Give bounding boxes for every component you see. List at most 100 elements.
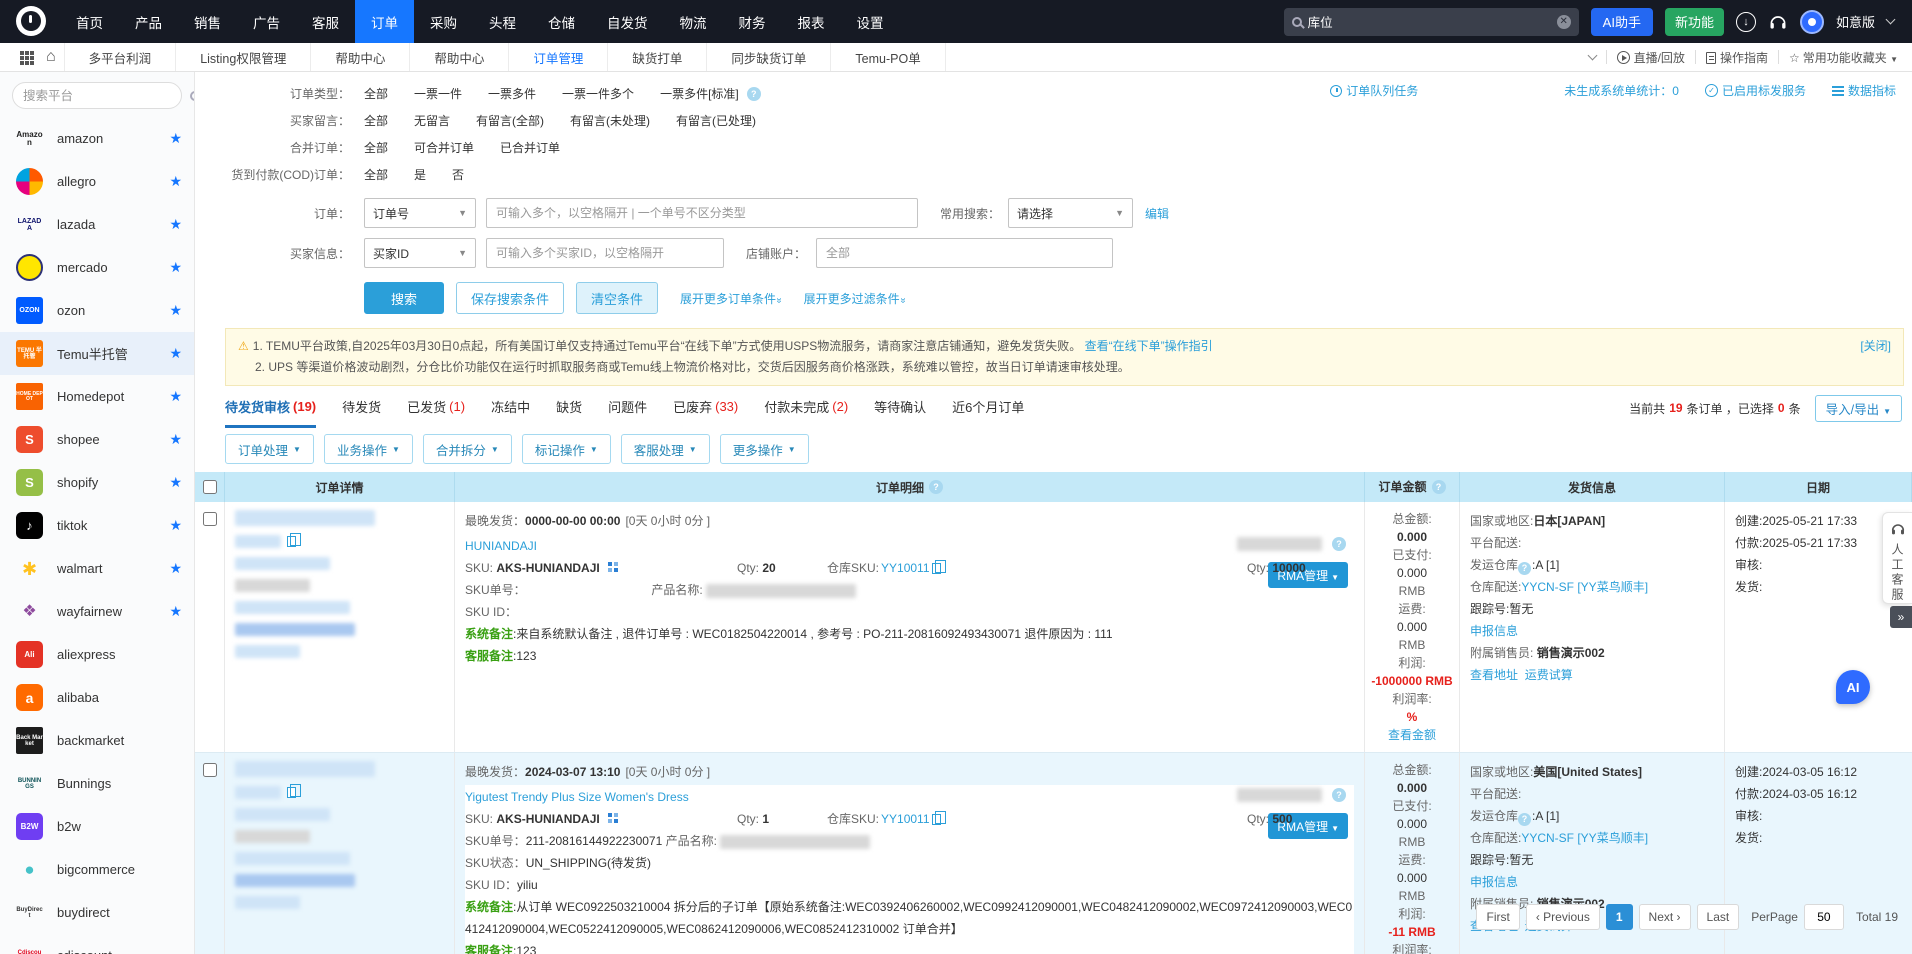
status-tab[interactable]: 近6个月订单 <box>952 388 1024 428</box>
view-address-link[interactable]: 查看地址 <box>1470 668 1518 682</box>
customer-service-tab[interactable]: 人工客服 <box>1882 512 1912 604</box>
unsynced-stats-link[interactable]: 未生成系统单统计：0 <box>1564 82 1679 99</box>
ai-chat-button[interactable]: AI <box>1836 670 1870 704</box>
platform-search[interactable] <box>12 82 182 109</box>
page-tab[interactable]: 帮助中心 <box>409 43 508 71</box>
main-menu-item[interactable]: 广告 <box>237 0 296 43</box>
ai-assistant-button[interactable]: AI助手 <box>1591 8 1653 36</box>
declare-info-link[interactable]: 申报信息 <box>1470 875 1518 889</box>
main-menu-item[interactable]: 设置 <box>841 0 900 43</box>
main-menu-item[interactable]: 客服 <box>296 0 355 43</box>
sku-grid-icon[interactable] <box>608 562 612 566</box>
main-menu-item[interactable]: 订单 <box>355 0 414 43</box>
help-icon[interactable]: ? <box>747 87 761 101</box>
filter-option[interactable]: 是 <box>414 166 426 183</box>
collapse-panel-button[interactable]: » <box>1890 606 1912 628</box>
main-menu-item[interactable]: 销售 <box>178 0 237 43</box>
platform-item[interactable]: Cdiscount cdiscount ★ <box>0 934 194 954</box>
platform-item[interactable]: TEMU 半托管 Temu半托管 ★ <box>0 332 194 375</box>
clear-conditions-button[interactable]: 清空条件 <box>576 282 658 314</box>
search-button[interactable]: 搜索 <box>364 282 444 314</box>
platform-item[interactable]: BUNNINGS Bunnings ★ <box>0 762 194 805</box>
global-search-input[interactable] <box>1308 15 1551 29</box>
bulk-action-button[interactable]: 合并拆分▼ <box>423 434 512 464</box>
current-page-button[interactable]: 1 <box>1606 904 1633 930</box>
page-tab[interactable]: Listing权限管理 <box>175 43 310 71</box>
shop-account-input[interactable] <box>816 238 1113 268</box>
order-number-input[interactable] <box>486 198 918 228</box>
clear-search-icon[interactable]: ✕ <box>1557 15 1571 29</box>
status-tab[interactable]: 冻结中 <box>491 388 530 428</box>
buyer-id-input[interactable] <box>486 238 724 268</box>
online-order-guide-link[interactable]: 查看“在线下单”操作指引 <box>1085 339 1213 353</box>
page-tab[interactable]: Temu-PO单 <box>830 43 945 71</box>
new-features-button[interactable]: 新功能 <box>1665 8 1724 36</box>
user-avatar[interactable] <box>1800 10 1824 34</box>
status-tab[interactable]: 已发货 (1) <box>407 388 465 428</box>
page-tab[interactable]: 帮助中心 <box>310 43 409 71</box>
declare-info-link[interactable]: 申报信息 <box>1470 624 1518 638</box>
row-checkbox[interactable] <box>203 763 217 777</box>
filter-option[interactable]: 一票一件多个 <box>562 85 634 102</box>
star-icon[interactable]: ★ <box>169 302 182 319</box>
star-icon[interactable]: ★ <box>169 259 182 276</box>
import-export-button[interactable]: 导入/导出▼ <box>1815 395 1902 422</box>
buyer-type-select[interactable]: 买家ID▼ <box>364 238 476 268</box>
operation-guide-link[interactable]: 操作指南 <box>1706 49 1768 66</box>
status-tab[interactable]: 待发货审核 (19) <box>225 388 316 428</box>
filter-option[interactable]: 一票多件[标准] <box>660 85 739 102</box>
page-tab[interactable]: 同步缺货订单 <box>706 43 830 71</box>
platform-item[interactable]: OZON ozon ★ <box>0 289 194 332</box>
select-all-checkbox[interactable] <box>203 480 217 494</box>
filter-option[interactable]: 一票多件 <box>488 85 536 102</box>
platform-item[interactable]: Amazon amazon ★ <box>0 117 194 160</box>
filter-option[interactable]: 无留言 <box>414 112 450 129</box>
warehouse-sku-link[interactable]: YY10011 <box>881 808 930 830</box>
warehouse-channel-link[interactable]: YYCN-SF [YY菜鸟顺丰] <box>1521 831 1648 845</box>
live-replay-link[interactable]: 直播/回放 <box>1617 49 1685 66</box>
status-tab[interactable]: 已废弃 (33) <box>673 388 738 428</box>
copy-icon[interactable] <box>932 814 941 825</box>
data-metrics-link[interactable]: 数据指标 <box>1832 82 1896 99</box>
bulk-action-button[interactable]: 更多操作▼ <box>720 434 809 464</box>
home-icon[interactable]: ⌂ <box>46 48 56 66</box>
star-icon[interactable]: ★ <box>169 603 182 620</box>
platform-item[interactable]: Back Market backmarket ★ <box>0 719 194 762</box>
row-checkbox[interactable] <box>203 512 217 526</box>
per-page-input[interactable] <box>1804 904 1844 930</box>
platform-item[interactable]: S shopee ★ <box>0 418 194 461</box>
filter-option[interactable]: 有留言(全部) <box>476 112 544 129</box>
star-icon[interactable]: ★ <box>169 474 182 491</box>
first-page-button[interactable]: First <box>1476 904 1519 930</box>
tagged-service-link[interactable]: ✓已启用标发服务 <box>1705 82 1806 99</box>
star-icon[interactable]: ★ <box>169 130 182 147</box>
star-icon[interactable]: ★ <box>169 517 182 534</box>
warehouse-channel-link[interactable]: YYCN-SF [YY菜鸟顺丰] <box>1521 580 1648 594</box>
status-tab[interactable]: 待发货 <box>342 388 381 428</box>
edition-label[interactable]: 如意版 <box>1836 12 1875 31</box>
filter-option[interactable]: 有留言(已处理) <box>676 112 756 129</box>
edit-link[interactable]: 编辑 <box>1145 205 1169 222</box>
close-notice-link[interactable]: [关闭] <box>1860 336 1891 357</box>
product-link[interactable]: Yigutest Trendy Plus Size Women's Dress <box>465 790 689 804</box>
platform-item[interactable]: allegro ★ <box>0 160 194 203</box>
sku-grid-icon[interactable] <box>608 813 612 817</box>
filter-option[interactable]: 有留言(未处理) <box>570 112 650 129</box>
star-icon[interactable]: ★ <box>169 173 182 190</box>
status-tab[interactable]: 付款未完成 (2) <box>764 388 848 428</box>
bulk-action-button[interactable]: 订单处理▼ <box>225 434 314 464</box>
main-menu-item[interactable]: 物流 <box>664 0 723 43</box>
star-icon[interactable]: ★ <box>169 345 182 362</box>
platform-item[interactable]: S shopify ★ <box>0 461 194 504</box>
status-tab[interactable]: 问题件 <box>608 388 647 428</box>
expand-filter-conditions-link[interactable]: 展开更多过滤条件» <box>804 290 906 307</box>
freight-calc-link[interactable]: 运费试算 <box>1525 668 1573 682</box>
platform-item[interactable]: ● bigcommerce ★ <box>0 848 194 891</box>
main-menu-item[interactable]: 自发货 <box>591 0 664 43</box>
main-menu-item[interactable]: 仓储 <box>532 0 591 43</box>
main-menu-item[interactable]: 头程 <box>473 0 532 43</box>
platform-item[interactable]: LAZADA lazada ★ <box>0 203 194 246</box>
star-icon[interactable]: ★ <box>169 388 182 405</box>
bulk-action-button[interactable]: 业务操作▼ <box>324 434 413 464</box>
collapse-tabs-icon[interactable] <box>1587 50 1597 60</box>
